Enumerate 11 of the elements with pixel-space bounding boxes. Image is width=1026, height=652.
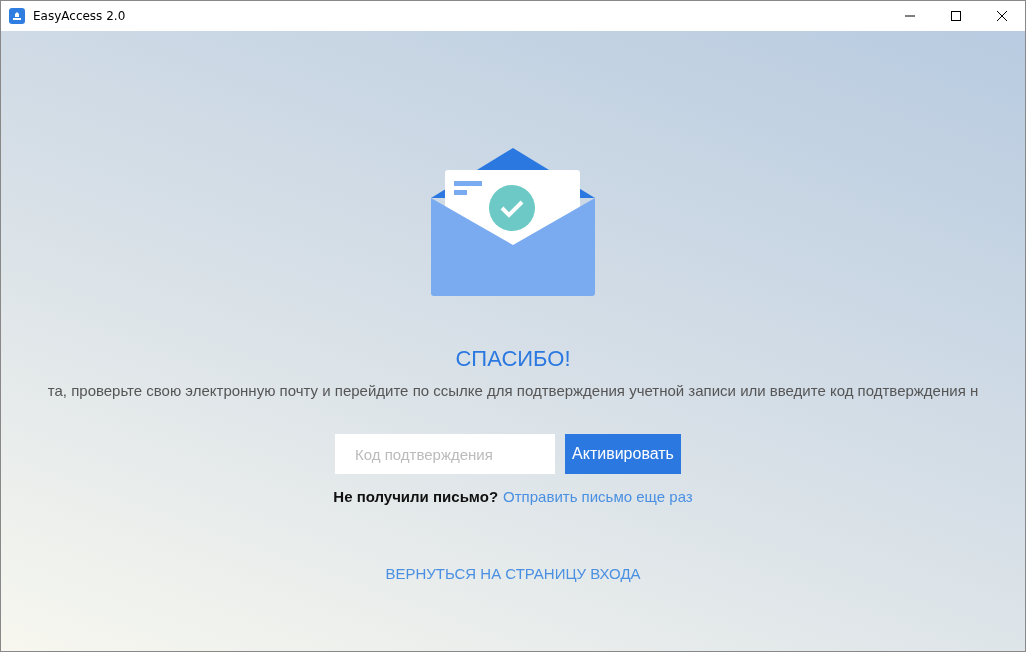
app-icon [9, 8, 25, 24]
close-icon [997, 11, 1007, 21]
window-title: EasyAccess 2.0 [33, 9, 126, 23]
back-to-login-link[interactable]: ВЕРНУТЬСЯ НА СТРАНИЦУ ВХОДА [385, 565, 641, 582]
code-input-field[interactable]: Код подтверждения [335, 434, 556, 474]
resend-prompt: Не получили письмо? [333, 488, 499, 505]
activate-button[interactable]: Активировать [565, 434, 681, 474]
maximize-icon [951, 11, 961, 21]
instruction-text: та, проверьте свою электронную почту и перейдите по ссылке для подтверждения учетной записи или введите код подтверждения н [47, 382, 979, 399]
thank-you-heading: СПАСИБО! [455, 346, 571, 372]
resend-link[interactable]: Отправить письмо еще раз [503, 488, 693, 505]
